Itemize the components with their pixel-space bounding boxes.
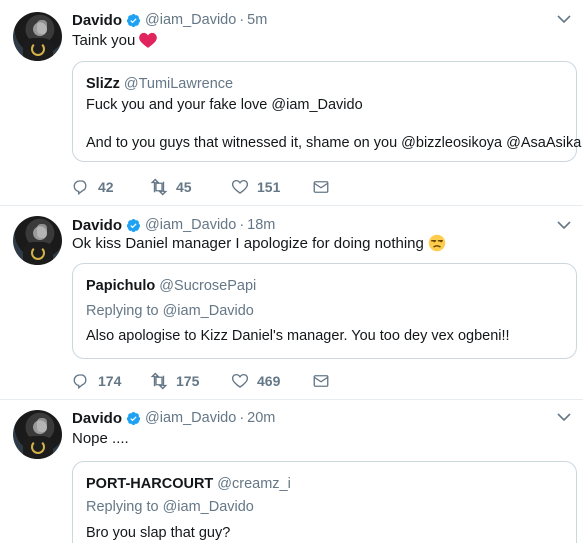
separator-dot: · bbox=[239, 12, 245, 28]
quoted-author-handle: @TumiLawrence bbox=[123, 76, 234, 92]
separator-dot: · bbox=[239, 217, 245, 233]
reply-count: 42 bbox=[98, 179, 114, 195]
tweet-header: Davido @iam_Davido · 18m bbox=[72, 215, 275, 235]
quoted-tweet-header: SliZz @TumiLawrence bbox=[86, 76, 233, 92]
replying-to: Replying to @iam_Davido bbox=[86, 499, 254, 515]
message-icon bbox=[313, 375, 329, 387]
like-button[interactable]: 469 bbox=[231, 372, 312, 390]
separator-dot: · bbox=[239, 410, 245, 426]
tweet-text-content: Ok kiss Daniel manager I apologize for d… bbox=[72, 234, 424, 252]
avatar[interactable] bbox=[13, 410, 62, 459]
quoted-tweet-header: Papichulo @SucrosePapi bbox=[86, 278, 256, 294]
quoted-author-name: Papichulo bbox=[86, 278, 156, 294]
quoted-author-handle: @creamz_i bbox=[217, 476, 291, 492]
quoted-author-name: PORT-HARCOURT bbox=[86, 476, 214, 492]
verified-badge-icon bbox=[126, 411, 141, 425]
quoted-tweet[interactable]: SliZz @TumiLawrence Fuck you and your fak… bbox=[72, 61, 581, 162]
tweet-text: Nope .... bbox=[72, 428, 129, 448]
reply-icon bbox=[73, 180, 87, 196]
quoted-tweet[interactable]: PORT-HARCOURT @creamz_i Replying to @iam_… bbox=[72, 461, 577, 543]
avatar[interactable] bbox=[13, 12, 62, 61]
author-handle[interactable]: @iam_Davido bbox=[145, 410, 236, 426]
verified-badge-icon bbox=[126, 218, 141, 232]
reply-icon bbox=[73, 374, 87, 390]
tweet-text-content: Nope .... bbox=[72, 429, 129, 447]
quoted-tweet[interactable]: Papichulo @SucrosePapi Replying to @iam_D… bbox=[72, 263, 577, 359]
author-name[interactable]: Davido bbox=[72, 410, 122, 427]
retweet-icon bbox=[150, 372, 168, 390]
tweet-header: Davido @iam_Davido · 20m bbox=[72, 408, 275, 428]
retweet-count: 175 bbox=[176, 373, 200, 389]
author-name[interactable]: Davido bbox=[72, 12, 122, 29]
tweet-actions: 42 45 151 bbox=[72, 177, 338, 197]
quoted-tweet-text: And to you guys that witnessed it, shame… bbox=[86, 135, 582, 151]
author-name[interactable]: Davido bbox=[72, 217, 122, 234]
tweet[interactable]: Davido @iam_Davido · 18m Ok kiss Daniel … bbox=[0, 206, 583, 400]
retweet-button[interactable]: 45 bbox=[150, 178, 231, 196]
retweet-count: 45 bbox=[176, 179, 192, 195]
quoted-author-name: SliZz bbox=[86, 76, 120, 92]
tweet-actions: 174 175 469 bbox=[72, 371, 338, 391]
tweet-text: Ok kiss Daniel manager I apologize for d… bbox=[72, 233, 446, 253]
like-icon bbox=[231, 373, 249, 388]
reply-button[interactable]: 174 bbox=[72, 372, 150, 390]
tweet-header: Davido @iam_Davido · 5m bbox=[72, 10, 267, 30]
unamused-face-icon bbox=[428, 234, 446, 252]
message-button[interactable] bbox=[312, 372, 338, 390]
tweet-text-content: Taink you bbox=[72, 31, 136, 49]
retweet-icon bbox=[150, 178, 168, 196]
timestamp[interactable]: 5m bbox=[247, 12, 267, 28]
author-handle[interactable]: @iam_Davido bbox=[145, 217, 236, 233]
red-heart-icon bbox=[139, 32, 158, 48]
message-button[interactable] bbox=[312, 178, 338, 196]
quoted-tweet-text: Bro you slap that guy? bbox=[86, 525, 231, 541]
reply-count: 174 bbox=[98, 373, 122, 389]
like-count: 151 bbox=[257, 179, 281, 195]
avatar[interactable] bbox=[13, 216, 62, 265]
like-count: 469 bbox=[257, 373, 281, 389]
like-icon bbox=[231, 179, 249, 194]
quoted-tweet-header: PORT-HARCOURT @creamz_i bbox=[86, 476, 291, 492]
message-icon bbox=[313, 181, 329, 193]
quoted-tweet-text: Fuck you and your fake love @iam_Davido bbox=[86, 97, 363, 113]
tweet[interactable]: Davido @iam_Davido · 5m Taink you SliZz @… bbox=[0, 0, 583, 206]
verified-badge-icon bbox=[126, 13, 141, 27]
like-button[interactable]: 151 bbox=[231, 178, 312, 196]
timestamp[interactable]: 18m bbox=[247, 217, 275, 233]
quoted-tweet-text: Also apologise to Kizz Daniel's manager.… bbox=[86, 328, 510, 344]
retweet-button[interactable]: 175 bbox=[150, 372, 231, 390]
quoted-author-handle: @SucrosePapi bbox=[159, 278, 257, 294]
tweet-text: Taink you bbox=[72, 30, 158, 50]
tweet[interactable]: Davido @iam_Davido · 20m Nope .... PORT-… bbox=[0, 400, 583, 543]
chevron-down-icon[interactable] bbox=[557, 220, 571, 230]
replying-to: Replying to @iam_Davido bbox=[86, 303, 254, 319]
chevron-down-icon[interactable] bbox=[557, 412, 571, 422]
timestamp[interactable]: 20m bbox=[247, 410, 275, 426]
chevron-down-icon[interactable] bbox=[557, 14, 571, 24]
reply-button[interactable]: 42 bbox=[72, 178, 150, 196]
tweet-feed: Davido @iam_Davido · 5m Taink you SliZz @… bbox=[0, 0, 583, 543]
author-handle[interactable]: @iam_Davido bbox=[145, 12, 236, 28]
